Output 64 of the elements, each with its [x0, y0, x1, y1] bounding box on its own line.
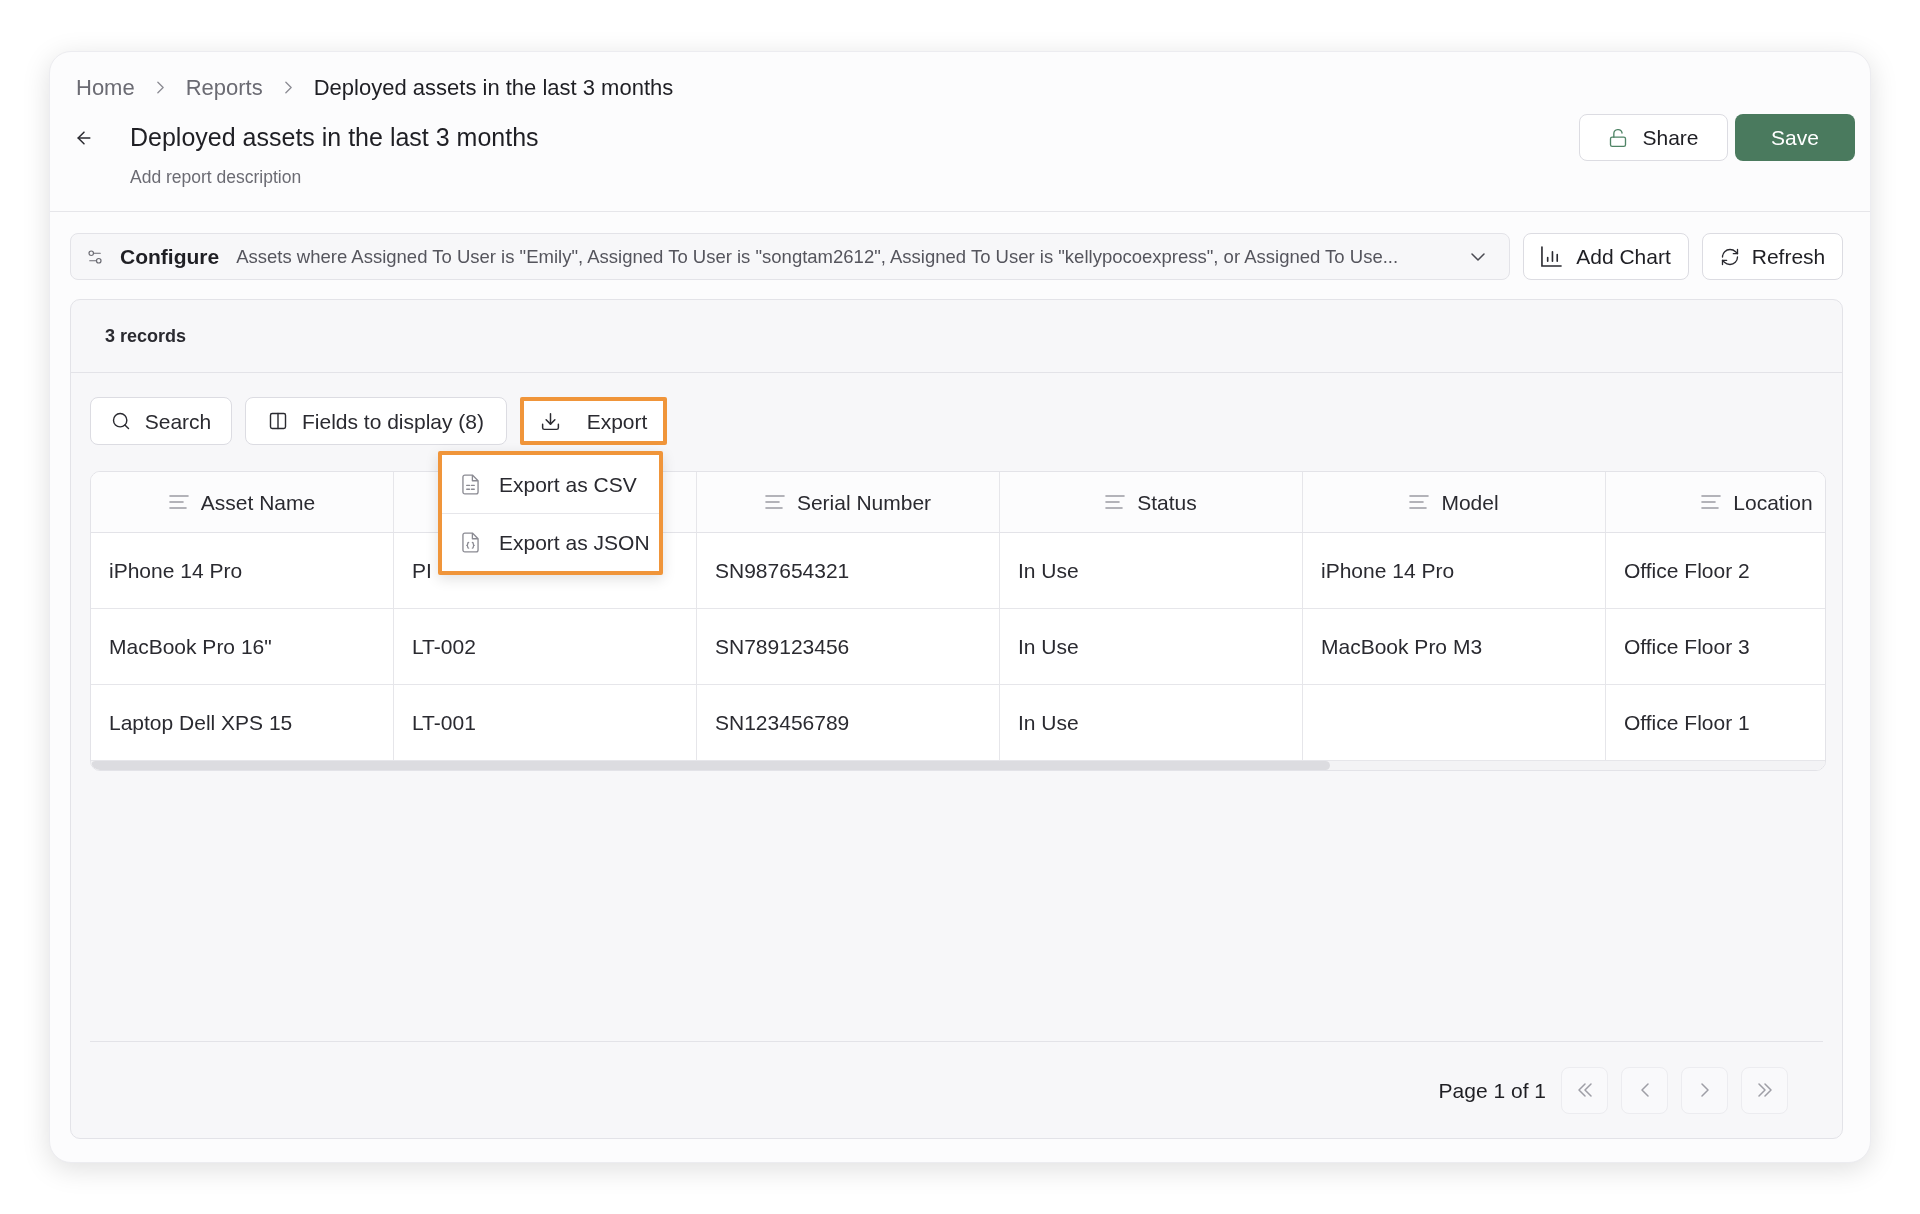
table-value: LT-001	[412, 710, 476, 736]
chevron-right-icon	[1700, 1083, 1709, 1098]
scrollbar-track[interactable]	[91, 761, 1825, 771]
lines-icon	[1701, 495, 1722, 510]
fields-button[interactable]: Fields to display (8)	[245, 397, 507, 446]
chevron-right-icon	[156, 80, 164, 94]
column-header[interactable]: Model	[1303, 472, 1606, 533]
download-icon	[539, 410, 561, 432]
table-value: Office Floor 3	[1624, 634, 1750, 660]
page-indicator: Page 1 of 1	[1438, 1077, 1546, 1104]
share-button[interactable]: Share	[1579, 114, 1728, 161]
record-count: 3 records	[105, 324, 187, 348]
table-value: Office Floor 2	[1624, 558, 1750, 584]
search-icon	[110, 411, 131, 432]
lines-icon	[168, 495, 189, 510]
chevron-down-icon	[1471, 252, 1485, 261]
table-value: SN789123456	[715, 634, 850, 660]
lines-icon	[764, 495, 785, 510]
menu-item[interactable]: Export as CSV	[442, 455, 659, 514]
table-value: In Use	[1018, 558, 1079, 584]
spreadsheet-file-icon	[462, 473, 479, 495]
table-value: In Use	[1018, 634, 1079, 660]
table-value: MacBook Pro 16"	[109, 634, 272, 660]
unlocked-padlock-icon	[1608, 127, 1629, 148]
lines-icon	[1105, 495, 1126, 510]
refresh-icon	[1719, 246, 1740, 267]
column-header[interactable]: Location	[1606, 472, 1825, 533]
table-value: SN123456789	[715, 710, 850, 736]
table-value: iPhone 14 Pro	[1321, 558, 1455, 584]
table-value: SN987654321	[715, 558, 850, 584]
add-chart-button[interactable]: Add Chart	[1523, 233, 1689, 281]
table-value: PI	[412, 558, 432, 584]
table-value: Office Floor 1	[1624, 710, 1750, 736]
configure-label: Configure	[120, 244, 220, 270]
column-header[interactable]: Status	[1000, 472, 1303, 533]
column-header[interactable]: Asset Name	[91, 472, 394, 533]
double-chevron-left-icon	[1577, 1083, 1592, 1098]
columns-icon	[267, 411, 288, 432]
menu-item[interactable]: Export as JSON	[442, 513, 659, 572]
report-title: Deployed assets in the last 3 months	[130, 121, 539, 153]
save-button[interactable]: Save	[1735, 114, 1855, 161]
double-chevron-right-icon	[1757, 1083, 1772, 1098]
lines-icon	[1409, 495, 1430, 510]
breadcrumb-link[interactable]: Deployed assets in the last 3 months	[313, 70, 674, 104]
chevron-right-icon	[284, 80, 292, 94]
table-value: LT-002	[412, 634, 476, 660]
code-file-icon	[462, 532, 479, 554]
configure-dropdown[interactable]: Configure Assets where Assigned To User is "Emily", Assigned To User is "songtam2612", Assigned To User is "kellypocoexpress", or Assigned To Use...	[70, 233, 1510, 281]
column-header[interactable]: Serial Number	[697, 472, 1000, 533]
chevron-left-icon	[1640, 1083, 1649, 1098]
table-value: MacBook Pro M3	[1321, 634, 1483, 660]
table-value: In Use	[1018, 710, 1079, 736]
refresh-button[interactable]: Refresh	[1702, 233, 1843, 281]
breadcrumb-link[interactable]: Reports	[185, 70, 263, 104]
breadcrumb-link[interactable]: Home	[76, 70, 135, 104]
table-value: Laptop Dell XPS 15	[109, 710, 293, 736]
sliders-icon	[86, 247, 104, 266]
scrollbar-thumb[interactable]	[91, 761, 1330, 771]
table-value: iPhone 14 Pro	[109, 558, 243, 584]
report-description[interactable]: Add report description	[130, 167, 302, 187]
filter-summary: Assets where Assigned To User is "Emily", Assigned To User is "songtam2612", Assigned To User is "kellypocoexpress", or Assigned To Use...	[236, 244, 1399, 269]
export-button[interactable]: Export	[520, 397, 667, 446]
bar-chart-icon	[1541, 246, 1563, 268]
search-button[interactable]: Search	[90, 397, 232, 446]
